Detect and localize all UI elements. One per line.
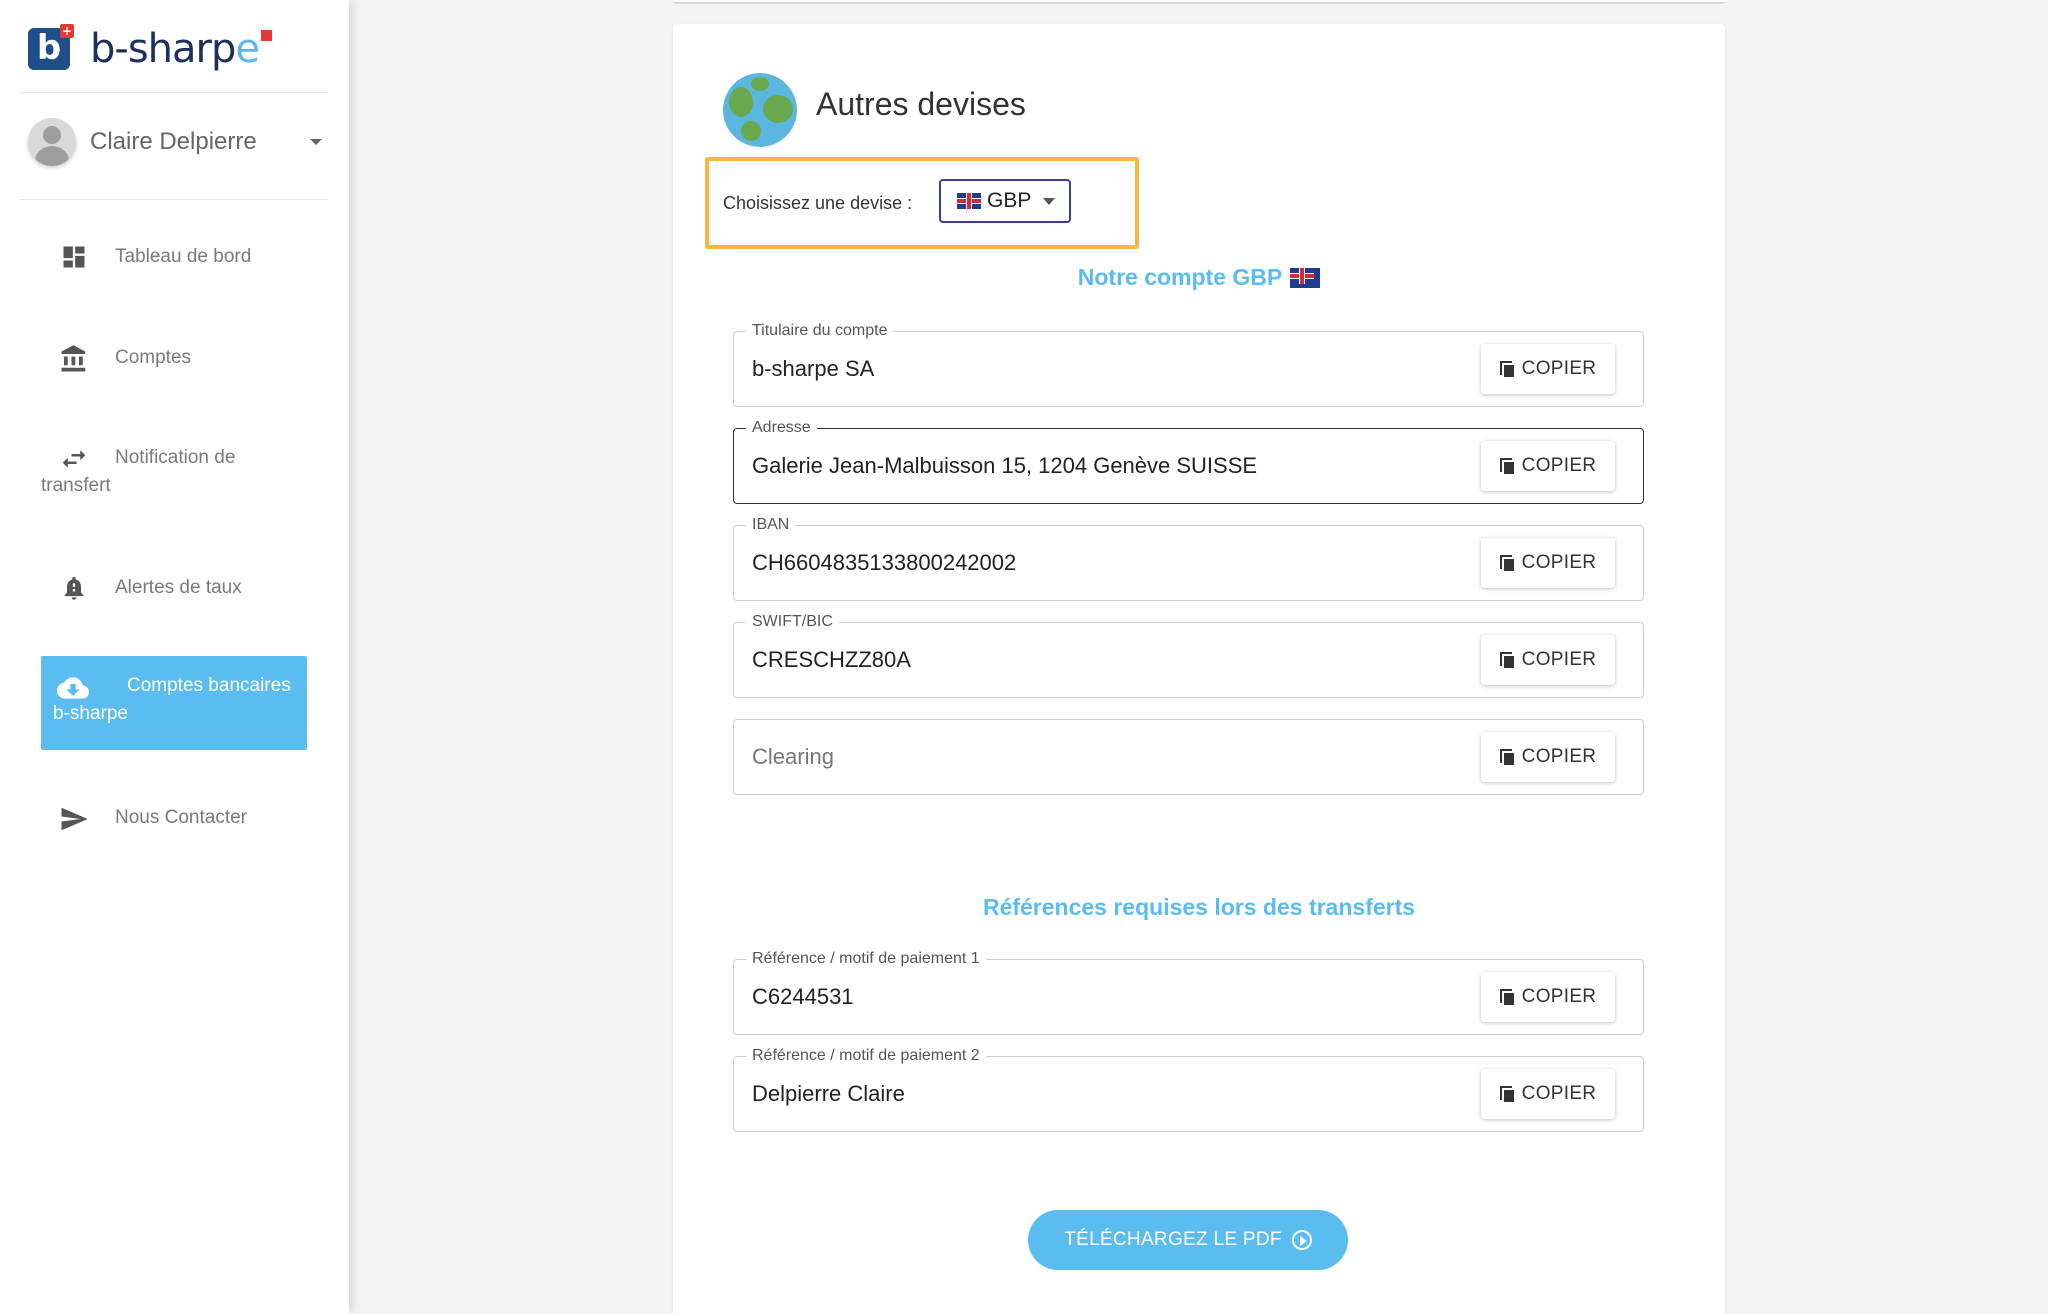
bell-icon [59, 574, 89, 604]
page-title: Autres devises [816, 86, 1026, 122]
swift-bic-field[interactable]: SWIFT/BIC CRESCHZZ80A COPIER [733, 612, 1644, 698]
sidebar-item-accounts[interactable]: Comptes [41, 344, 307, 372]
dashboard-icon [59, 243, 89, 273]
transfer-arrows-icon [59, 444, 89, 474]
address-field[interactable]: Adresse Galerie Jean-Malbuisson 15, 1204… [733, 418, 1644, 504]
copy-icon [1499, 458, 1514, 474]
sidebar-divider [20, 199, 328, 200]
chevron-down-icon[interactable] [310, 139, 322, 145]
other-currencies-card: Autres devises Choisissez une devise : G… [673, 24, 1725, 1314]
avatar [28, 118, 76, 166]
uk-flag-icon [1290, 268, 1321, 288]
brand-logo[interactable]: b + b-sharpe [28, 24, 272, 72]
account-holder-field[interactable]: Titulaire du compte b-sharpe SA COPIER [733, 321, 1644, 407]
copy-icon [1499, 749, 1514, 765]
send-icon [59, 804, 89, 834]
currency-select-value: GBP [987, 189, 1032, 212]
references-section-title: Références requises lors des transferts [982, 894, 1416, 920]
globe-icon [723, 73, 797, 147]
bank-icon [59, 344, 89, 374]
sidebar-divider [20, 92, 328, 93]
payment-reference-2-field[interactable]: Référence / motif de paiement 2 Delpierr… [733, 1046, 1644, 1132]
chevron-down-icon [1043, 197, 1056, 205]
iban-field[interactable]: IBAN CH6604835133800242002 COPIER [733, 515, 1644, 601]
uk-flag-icon [957, 193, 981, 209]
currency-selector-highlight: Choisissez une devise : GBP [705, 157, 1139, 249]
copy-button[interactable]: COPIER [1481, 635, 1615, 685]
play-circle-icon [1291, 1230, 1312, 1250]
sidebar: b + b-sharpe Claire Delpierre Tableau de … [0, 0, 349, 1314]
clearing-field[interactable]: Clearing COPIER [733, 719, 1644, 795]
user-name: Claire Delpierre [90, 128, 257, 155]
payment-reference-1-field[interactable]: Référence / motif de paiement 1 C6244531… [733, 949, 1644, 1035]
sidebar-item-bsharpe-bank-accounts[interactable]: Comptes bancaires b-sharpe [41, 656, 307, 750]
sidebar-item-contact[interactable]: Nous Contacter [41, 804, 307, 832]
sidebar-item-transfer-notification[interactable]: Notification de transfert [41, 444, 307, 500]
sidebar-item-dashboard[interactable]: Tableau de bord [41, 243, 307, 271]
copy-button[interactable]: COPIER [1481, 732, 1615, 782]
copy-button[interactable]: COPIER [1481, 972, 1615, 1022]
copy-icon [1499, 989, 1514, 1005]
account-section-title: Notre compte GBP [673, 264, 1725, 291]
logo-wordmark: b-sharpe [90, 26, 272, 72]
copy-button[interactable]: COPIER [1481, 441, 1615, 491]
user-menu[interactable]: Claire Delpierre [28, 117, 328, 167]
cloud-download-icon [57, 672, 89, 702]
copy-icon [1499, 555, 1514, 571]
copy-icon [1499, 652, 1514, 668]
logo-mark-icon: b + [28, 24, 74, 70]
copy-button[interactable]: COPIER [1481, 1069, 1615, 1119]
copy-button[interactable]: COPIER [1481, 344, 1615, 394]
currency-select[interactable]: GBP [939, 179, 1071, 223]
currency-selector-label: Choisissez une devise : [723, 193, 913, 213]
previous-card-edge [673, 0, 1725, 4]
copy-icon [1499, 361, 1514, 377]
sidebar-item-rate-alerts[interactable]: Alertes de taux [41, 574, 307, 602]
copy-button[interactable]: COPIER [1481, 538, 1615, 588]
download-pdf-button[interactable]: TÉLÉCHARGEZ LE PDF [1028, 1210, 1348, 1270]
copy-icon [1499, 1086, 1514, 1102]
